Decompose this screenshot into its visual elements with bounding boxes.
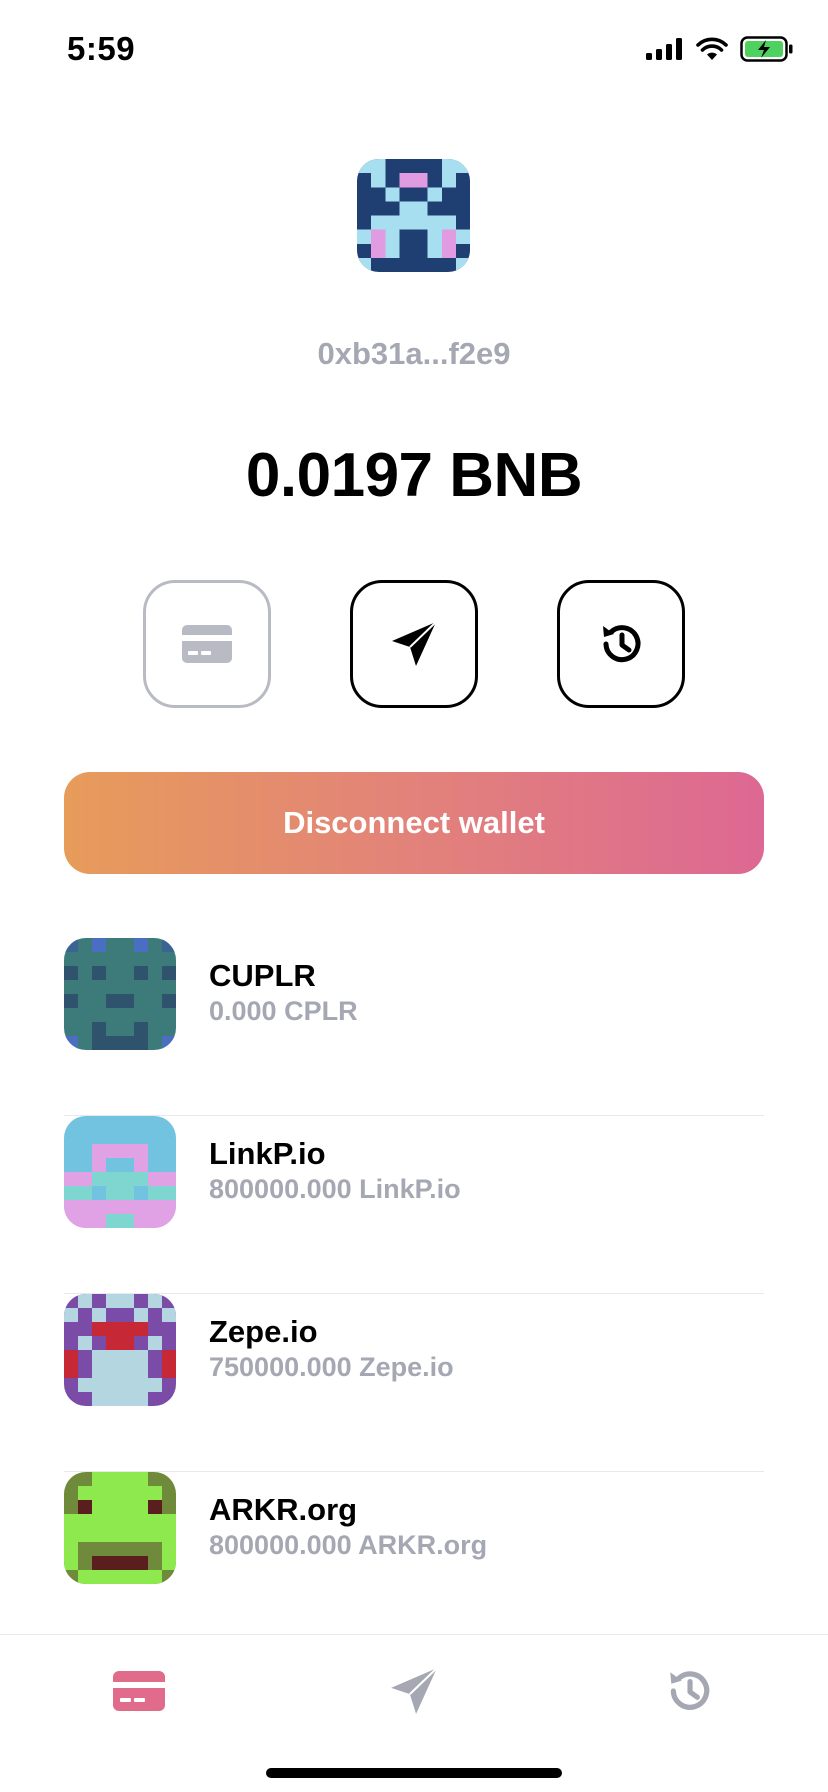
- wallet-address[interactable]: 0xb31a...f2e9: [0, 336, 828, 372]
- paper-plane-icon: [388, 1665, 440, 1717]
- token-identicon: [64, 1294, 176, 1406]
- history-clock-icon: [664, 1666, 714, 1716]
- token-row[interactable]: ARKR.org 800000.000 ARKR.org: [64, 1472, 764, 1650]
- token-name: CUPLR: [209, 958, 316, 993]
- buy-button[interactable]: [143, 580, 271, 708]
- token-row[interactable]: LinkP.io 800000.000 LinkP.io: [64, 1116, 764, 1294]
- wallet-avatar: [357, 159, 470, 272]
- status-time: 5:59: [67, 30, 136, 67]
- tab-wallet[interactable]: [104, 1661, 174, 1721]
- paper-plane-icon: [389, 619, 439, 669]
- token-identicon: [64, 1472, 176, 1584]
- token-balance: 0.000 CPLR: [209, 996, 358, 1026]
- token-name: ARKR.org: [209, 1492, 358, 1527]
- status-icons: [646, 36, 794, 62]
- token-balance: 800000.000 LinkP.io: [209, 1174, 461, 1204]
- token-list: CUPLR 0.000 CPLR LinkP.io 800000.000 Lin…: [64, 938, 764, 1650]
- history-button[interactable]: [557, 580, 685, 708]
- token-balance: 800000.000 ARKR.org: [209, 1530, 488, 1560]
- token-identicon: [64, 1116, 176, 1228]
- tab-send[interactable]: [379, 1661, 449, 1721]
- token-row[interactable]: Zepe.io 750000.000 Zepe.io: [64, 1294, 764, 1472]
- token-balance: 750000.000 Zepe.io: [209, 1352, 454, 1382]
- disconnect-wallet-label: Disconnect wallet: [283, 805, 545, 840]
- wifi-icon: [696, 37, 728, 61]
- signal-icon: [646, 38, 684, 60]
- credit-card-icon: [182, 625, 232, 663]
- history-clock-icon: [597, 620, 645, 668]
- tab-history[interactable]: [654, 1661, 724, 1721]
- token-name: LinkP.io: [209, 1136, 326, 1171]
- battery-icon: [740, 36, 794, 62]
- disconnect-wallet-button[interactable]: Disconnect wallet: [64, 772, 764, 874]
- send-button[interactable]: [350, 580, 478, 708]
- token-name: Zepe.io: [209, 1314, 318, 1349]
- token-identicon: [64, 938, 176, 1050]
- home-indicator[interactable]: [266, 1768, 562, 1778]
- token-row[interactable]: CUPLR 0.000 CPLR: [64, 938, 764, 1116]
- credit-card-icon: [113, 1671, 165, 1711]
- status-bar: 5:59: [0, 0, 828, 100]
- wallet-balance: 0.0197 BNB: [245, 441, 583, 510]
